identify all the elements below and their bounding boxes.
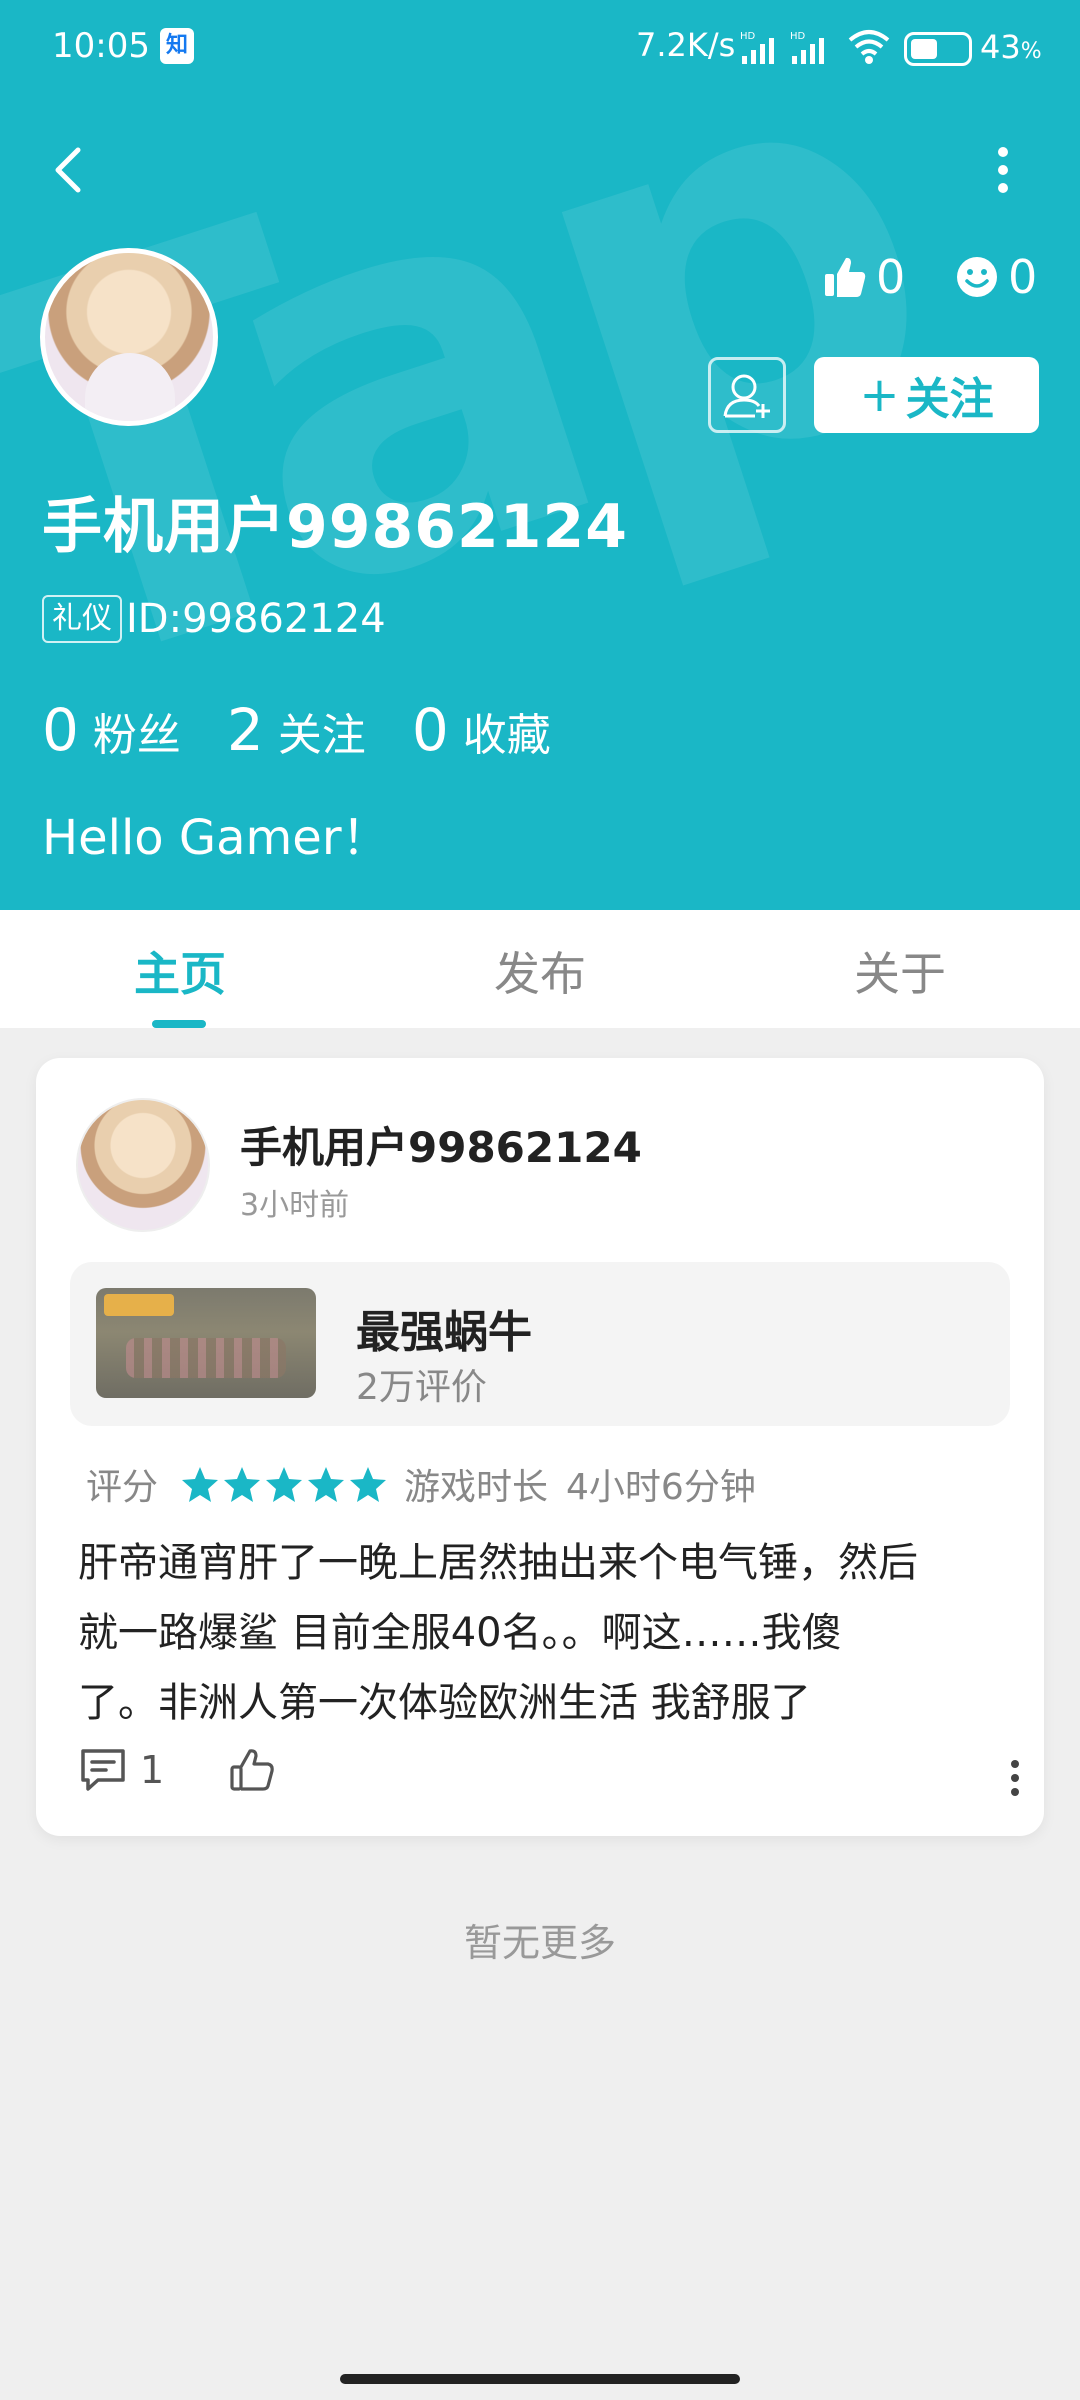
author-name[interactable]: 手机用户99862124 [240,1114,642,1175]
review-line: 就一路爆鲨 目前全服40名。。啊这……我傻 [78,1610,842,1656]
follow-label: 关注 [905,374,994,425]
post-time: 3小时前 [240,1188,350,1223]
game-name: 最强蜗牛 [356,1307,532,1358]
following-count[interactable]: 2 [227,696,264,764]
following-label[interactable]: 关注 [278,699,366,763]
game-link[interactable]: 最强蜗牛 2万评价 [70,1262,1010,1426]
etiquette-badge[interactable]: 礼仪 [42,595,122,643]
favorites-count[interactable]: 0 [412,696,449,764]
author-avatar[interactable] [76,1098,210,1232]
follow-button[interactable]: + 关注 [814,357,1039,433]
fans-label[interactable]: 粉丝 [93,699,181,763]
comment-button[interactable]: 1 [78,1746,164,1794]
review-card[interactable]: 手机用户99862124 3小时前 最强蜗牛 2万评价 评分 游戏时长 4小时6… [36,1058,1044,1836]
comment-count: 1 [140,1748,165,1792]
more-vertical-icon[interactable] [1008,1754,1022,1798]
review-text[interactable]: 肝帝通宵肝了一晚上居然抽出来个电气锤，然后 就一路爆鲨 目前全服40名。。啊这…… [78,1528,1018,1738]
plus-icon: + [859,367,900,423]
star-icon [224,1467,261,1502]
cell-signal-1-icon: HD [740,31,774,64]
add-user-icon [723,374,770,418]
profile-username: 手机用户99862124 [42,492,628,562]
likes-count: 0 [876,250,906,304]
profile-counts: 0 粉丝 2 关注 0 收藏 [42,696,597,764]
network-speed: 7.2K/s [636,26,736,64]
battery-icon [904,32,972,66]
game-review-count: 2万评价 [356,1367,487,1408]
profile-bio: Hello Gamer！ [42,810,390,866]
cell-signal-2-icon: HD [790,31,824,64]
star-icon [308,1467,345,1502]
zhihu-notification-icon: 知 [160,28,194,64]
user-id: ID:99862124 [126,596,386,642]
star-icon [350,1467,387,1502]
favorites-label[interactable]: 收藏 [463,699,551,763]
smile-icon [957,257,997,297]
rating-label: 评分 [86,1467,159,1508]
svg-text:HD: HD [740,31,756,42]
profile-header: Tap 10:05 知 7.2K/s HD HD 43% 0 0 + 关注 手机… [0,0,1080,910]
smiles-count: 0 [1008,250,1038,304]
svg-text:HD: HD [790,31,806,42]
playtime-value: 4小时6分钟 [566,1467,756,1508]
active-tab-indicator [152,1020,206,1028]
thumbs-up-icon [825,257,866,297]
battery-percent: 43% [980,28,1042,66]
card-actions: 1 [78,1746,1019,1806]
star-icon [182,1467,219,1502]
more-vertical-icon[interactable] [988,140,1018,200]
rating-stars [180,1464,390,1504]
back-icon[interactable] [40,140,100,200]
tab-about[interactable]: 关于 [800,938,1000,1004]
wifi-icon [848,30,890,64]
rating-row: 评分 游戏时长 4小时6分钟 [86,1458,756,1510]
review-line: 肝帝通宵肝了一晚上居然抽出来个电气锤，然后 [78,1540,918,1586]
tab-home[interactable]: 主页 [80,938,280,1004]
no-more-text: 暂无更多 [463,1921,616,1965]
fans-count[interactable]: 0 [42,696,79,764]
home-indicator[interactable] [340,2374,740,2384]
profile-avatar[interactable] [40,248,218,426]
profile-tabs: 主页 发布 关于 [0,910,1080,1028]
star-icon [266,1467,303,1502]
thumbs-up-icon[interactable] [228,1746,276,1794]
add-friend-button[interactable] [708,357,786,433]
tab-posts[interactable]: 发布 [440,938,640,1004]
status-bar: 10:05 知 7.2K/s HD HD 43% [0,0,1080,96]
comment-icon [81,1749,125,1791]
smiles-stat: 0 [956,250,1037,304]
status-time: 10:05 [52,26,150,66]
likes-stat: 0 [822,250,905,304]
game-thumbnail [96,1288,316,1398]
playtime-label: 游戏时长 [404,1467,549,1508]
review-line: 了。非洲人第一次体验欧洲生活 我舒服了 [78,1680,811,1726]
